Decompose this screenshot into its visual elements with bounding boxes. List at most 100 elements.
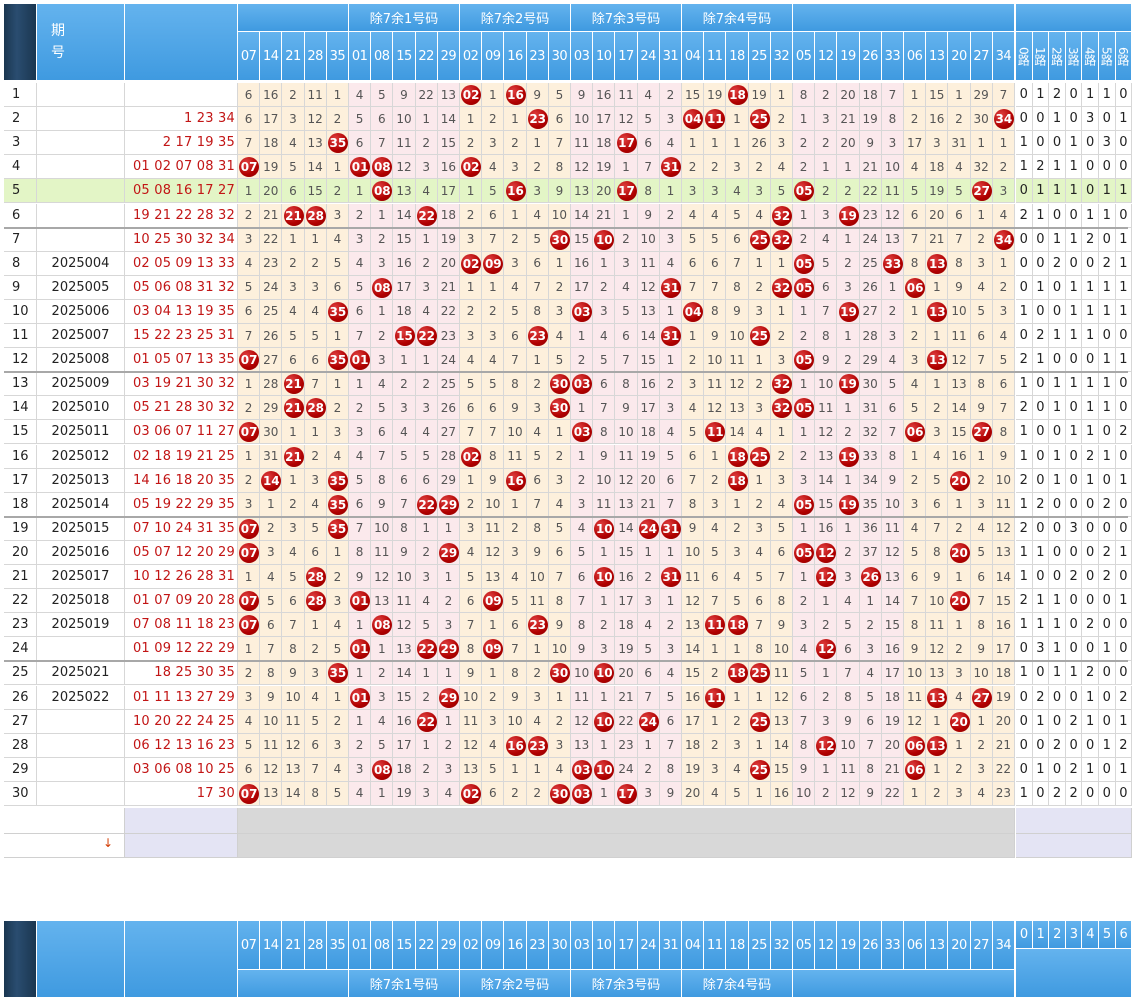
blank-grid-row-1 <box>238 808 1015 834</box>
miss-count-cell: 13 <box>437 83 460 108</box>
road-count-cell: 2 <box>1016 468 1033 493</box>
winning-number-ball: 18 <box>727 85 748 106</box>
miss-count-cell: 12 <box>482 540 505 565</box>
miss-count-cell: 3 <box>548 468 571 493</box>
miss-count-cell: 5 <box>504 589 527 614</box>
number-column-header: 22 <box>415 32 438 81</box>
road-count-cell: 0 <box>1065 203 1083 228</box>
miss-count-cell: 2 <box>815 781 838 806</box>
road-count-cell: 1 <box>1032 203 1050 228</box>
number-column-footer: 04 <box>682 921 705 970</box>
winning-number-ball: 30 <box>549 229 570 250</box>
miss-count-cell: 2 <box>482 685 505 710</box>
miss-count-cell: 9 <box>948 275 971 300</box>
road-count-cell: 1 <box>1049 396 1066 421</box>
road-count-cell: 1 <box>1115 540 1132 565</box>
winning-number-ball: 23 <box>527 615 548 636</box>
miss-count-cell: 2 <box>460 492 483 517</box>
winning-number-ball: 23 <box>527 326 548 347</box>
road-count-cell: 3 <box>1065 516 1083 541</box>
road-column-footer: 6 <box>1115 921 1132 949</box>
winning-number-ball: 23 <box>527 109 548 130</box>
miss-count-cell: 7 <box>726 251 749 276</box>
miss-count-cell: 12 <box>682 589 705 614</box>
road-column-header: 6路 <box>1115 32 1132 81</box>
miss-count-cell: 4 <box>926 444 949 469</box>
miss-count-cell: 4 <box>726 179 749 204</box>
miss-count-cell: 2 <box>304 444 327 469</box>
miss-count-cell: 4 <box>349 83 372 108</box>
miss-count-cell: 12 <box>304 107 327 132</box>
winning-number-ball: 24 <box>638 518 659 539</box>
miss-count-cell: 11 <box>815 396 838 421</box>
miss-count-cell: 3 <box>526 685 549 710</box>
number-column-footer: 09 <box>482 921 505 970</box>
miss-count-cell: 2 <box>326 396 349 421</box>
number-column-footer: 24 <box>637 921 660 970</box>
miss-count-cell: 34 <box>859 468 882 493</box>
miss-count-cell: 12 <box>260 757 283 782</box>
road-count-cell: 0 <box>1099 781 1116 806</box>
issue-number: 2025008 <box>37 348 125 373</box>
miss-count-cell: 23 <box>992 781 1015 806</box>
miss-count-cell: 36 <box>859 516 882 541</box>
number-column-footer: 35 <box>326 921 349 970</box>
miss-count-cell: 8 <box>548 589 571 614</box>
road-count-cell: 0 <box>1049 275 1066 300</box>
miss-count-cell: 7 <box>992 83 1015 108</box>
miss-count-cell: 2 <box>415 757 438 782</box>
miss-count-cell: 14 <box>682 637 705 662</box>
winning-number-ball: 02 <box>461 253 482 274</box>
winning-number-ball: 24 <box>638 711 659 732</box>
issue-number: 2025012 <box>37 444 125 469</box>
blank-road-row-2 <box>1016 834 1132 858</box>
miss-count-cell: 20 <box>615 661 638 686</box>
miss-count-cell: 13 <box>371 589 394 614</box>
miss-count-cell: 27 <box>437 420 460 445</box>
miss-count-cell: 8 <box>615 372 638 397</box>
miss-count-cell: 2 <box>526 781 549 806</box>
miss-count-cell: 8 <box>371 468 394 493</box>
miss-count-cell: 15 <box>615 540 638 565</box>
blank-grid-row-2 <box>238 834 1015 858</box>
miss-count-cell: 6 <box>238 83 261 108</box>
miss-count-cell: 35 <box>859 492 882 517</box>
miss-count-cell: 1 <box>659 348 682 373</box>
winning-number-ball: 28 <box>305 567 326 588</box>
miss-count-cell: 2 <box>238 396 261 421</box>
winning-numbers: 05 06 08 31 32 <box>125 275 238 300</box>
road-count-cell: 1 <box>1016 155 1033 180</box>
miss-count-cell: 8 <box>659 757 682 782</box>
miss-count-cell: 11 <box>948 324 971 349</box>
miss-count-cell: 13 <box>615 492 638 517</box>
miss-count-cell: 2 <box>571 348 594 373</box>
miss-count-cell: 19 <box>992 685 1015 710</box>
miss-count-cell: 2 <box>748 275 771 300</box>
miss-count-cell: 3 <box>637 781 660 806</box>
scroll-down-arrow-icon[interactable]: ↓ <box>103 836 113 850</box>
miss-count-cell: 1 <box>659 589 682 614</box>
miss-count-cell: 7 <box>371 444 394 469</box>
miss-count-cell: 13 <box>482 565 505 590</box>
row-index: 28 <box>4 733 37 758</box>
miss-count-cell: 6 <box>748 589 771 614</box>
miss-count-cell: 1 <box>238 565 261 590</box>
group-header-2: 除7余2号码 <box>460 4 571 32</box>
miss-count-cell: 1 <box>948 733 971 758</box>
miss-count-cell: 5 <box>970 540 993 565</box>
winning-number-ball: 21 <box>283 205 304 226</box>
miss-count-cell: 2 <box>904 107 927 132</box>
miss-count-cell: 3 <box>948 781 971 806</box>
miss-count-cell: 2 <box>948 107 971 132</box>
miss-count-cell: 23 <box>260 251 283 276</box>
miss-count-cell: 1 <box>659 299 682 324</box>
miss-count-cell: 4 <box>326 227 349 252</box>
miss-count-cell: 1 <box>371 781 394 806</box>
miss-count-cell: 18 <box>615 613 638 638</box>
group-footer-blank-mid <box>793 970 1015 998</box>
miss-count-cell: 2 <box>904 468 927 493</box>
miss-count-cell: 6 <box>859 709 882 734</box>
miss-count-cell: 6 <box>238 757 261 782</box>
miss-count-cell: 1 <box>504 107 527 132</box>
row-index: 27 <box>4 709 37 734</box>
